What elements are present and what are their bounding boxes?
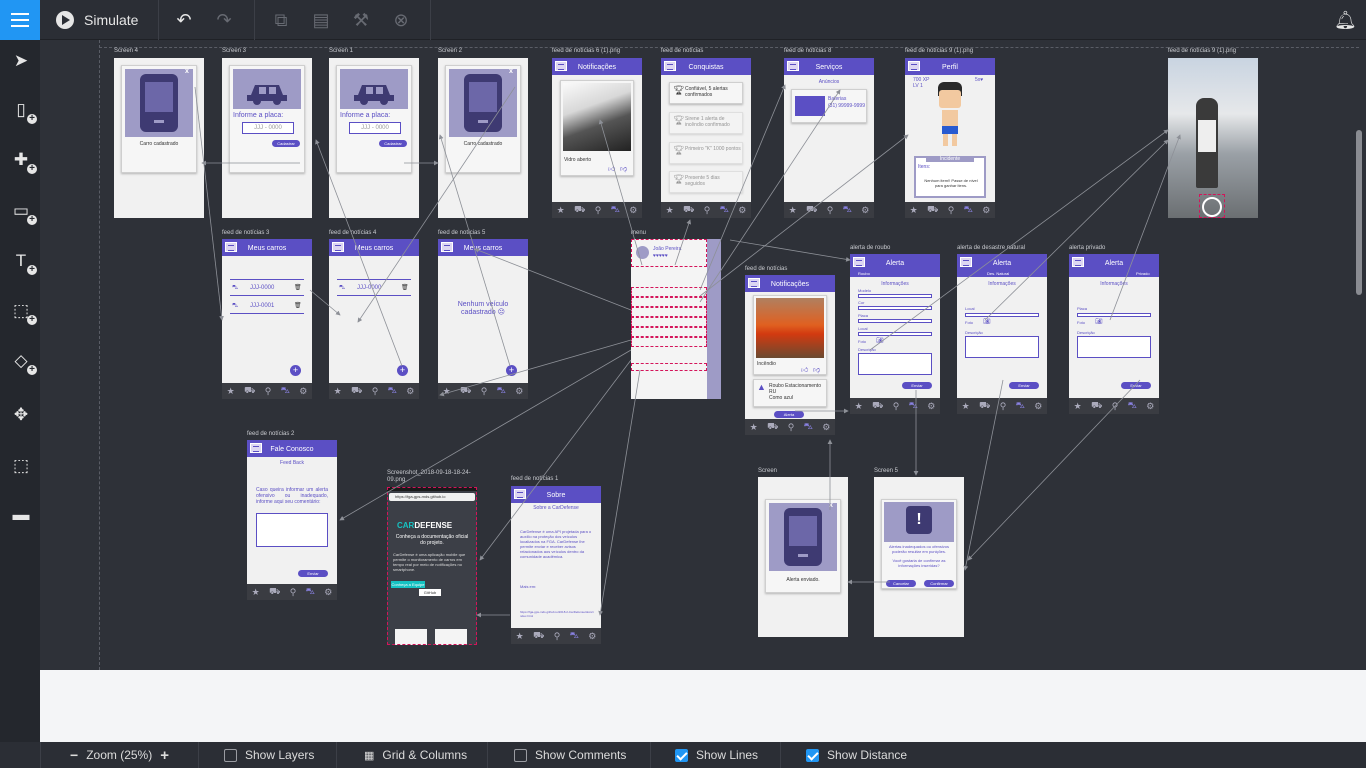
vertical-scrollbar[interactable] (1356, 130, 1362, 295)
flow-line (598, 369, 641, 616)
fill-icon[interactable]: ◇ + (8, 348, 37, 375)
flow-line (309, 289, 341, 316)
bell-icon[interactable]: 🔔︎ (1334, 10, 1357, 30)
flow-line (194, 86, 224, 321)
device-add-icon[interactable]: ▯ + (8, 97, 37, 124)
component-add-icon[interactable]: ✚ + (8, 147, 37, 174)
rectangle-add-icon[interactable]: ▭ + (8, 198, 37, 225)
toolbar-divider (158, 0, 159, 40)
delete-icon[interactable]: ⊗ (391, 10, 411, 30)
undo-icon[interactable]: ↶ (174, 10, 194, 30)
show-layers-toggle[interactable]: Show Layers (224, 742, 314, 768)
grid-columns-label: Grid & Columns (382, 748, 468, 762)
status-divider (40, 742, 41, 768)
status-divider (487, 742, 488, 768)
show-lines-checkbox[interactable] (675, 748, 688, 762)
flow-line (357, 86, 516, 323)
move-icon[interactable]: ✥ (8, 402, 34, 428)
redo-icon[interactable]: ↷ (214, 10, 234, 30)
design-canvas[interactable]: Screen 4 x Carro cadastrado Screen 3 Inf… (40, 40, 1366, 670)
comment-icon[interactable]: ▬ (8, 502, 34, 528)
show-comments-checkbox[interactable] (514, 748, 527, 762)
show-layers-checkbox[interactable] (224, 748, 237, 762)
simulate-label: Simulate (84, 12, 139, 28)
flow-line (699, 84, 786, 291)
menu-icon[interactable] (0, 0, 40, 40)
flow-line (967, 379, 1141, 561)
area-select-icon[interactable]: ⬚ (8, 453, 34, 479)
flow-line (315, 139, 403, 367)
flow-line (598, 119, 643, 266)
top-toolbar: Simulate ↶ ↷ ⧉ ▤ ⚒ ⊗ 🔔︎ (0, 0, 1366, 40)
flow-line (439, 339, 632, 397)
zoom-control: − Zoom (25%) + (70, 742, 169, 768)
copy-icon[interactable]: ⧉ (271, 10, 291, 30)
grid-columns-button[interactable]: ▦ Grid & Columns (364, 742, 467, 768)
status-divider (780, 742, 781, 768)
show-comments-toggle[interactable]: Show Comments (514, 742, 626, 768)
status-bar: − Zoom (25%) + Show Layers ▦ Grid & Colu… (0, 742, 1366, 768)
show-comments-label: Show Comments (535, 748, 627, 762)
flow-line (674, 219, 692, 266)
flow-line (339, 349, 632, 521)
selection-add-icon[interactable]: ⬚ + (8, 298, 37, 325)
simulate-button[interactable]: Simulate (56, 0, 138, 40)
show-distance-toggle[interactable]: Show Distance (806, 742, 907, 768)
zoom-in-icon[interactable]: + (160, 747, 169, 764)
tool-sidebar: ➤ ▯ + ✚ + ▭ + T + ⬚ + ◇ + ✥ ⬚ ▬ (0, 40, 40, 742)
play-icon (56, 11, 74, 29)
zoom-label: Zoom (25%) (86, 748, 153, 762)
paste-icon[interactable]: ▤ (311, 10, 331, 30)
flow-line (984, 139, 1169, 321)
show-lines-label: Show Lines (696, 748, 759, 762)
flow-line (474, 248, 632, 311)
show-distance-checkbox[interactable] (806, 748, 819, 762)
text-add-icon[interactable]: T + (8, 248, 37, 275)
status-divider (336, 742, 337, 768)
show-distance-label: Show Distance (827, 748, 908, 762)
status-divider (198, 742, 199, 768)
show-lines-toggle[interactable]: Show Lines (675, 742, 758, 768)
toolbar-divider (254, 0, 255, 40)
show-layers-label: Show Layers (245, 748, 315, 762)
status-divider (650, 742, 651, 768)
format-painter-icon[interactable]: ⚒ (351, 10, 371, 30)
flow-line (869, 129, 1169, 351)
flow-line (438, 134, 511, 367)
canvas-bottom-area (40, 670, 1366, 742)
pointer-icon[interactable]: ➤ (8, 48, 34, 74)
flow-lines (194, 84, 1181, 618)
flow-line (729, 239, 851, 262)
zoom-out-icon[interactable]: − (70, 747, 78, 763)
flow-line (479, 359, 632, 561)
toolbar-divider (430, 0, 431, 40)
grid-icon: ▦ (364, 749, 375, 762)
flow-line (963, 379, 1004, 571)
